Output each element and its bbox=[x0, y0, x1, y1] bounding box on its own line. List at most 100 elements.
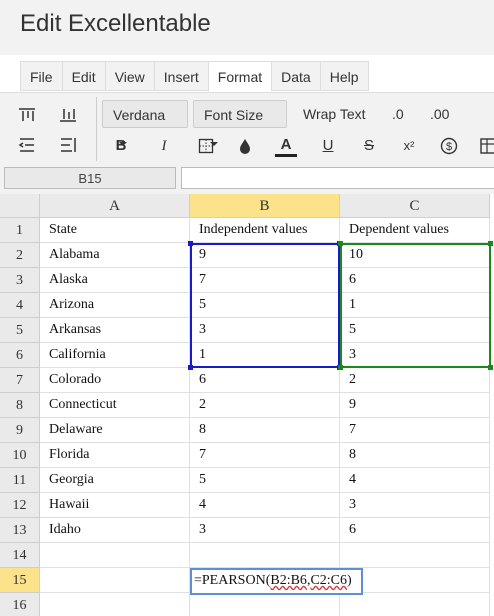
row-header[interactable]: 3 bbox=[0, 268, 40, 293]
row-header[interactable]: 4 bbox=[0, 293, 40, 318]
menu-insert[interactable]: Insert bbox=[153, 61, 208, 91]
cell-c14[interactable] bbox=[340, 543, 490, 568]
cell-b12[interactable]: 4 bbox=[190, 493, 340, 518]
row-header[interactable]: 15 bbox=[0, 568, 40, 593]
bold-button[interactable]: B bbox=[110, 135, 132, 157]
table-icon[interactable] bbox=[480, 135, 494, 157]
menu-edit[interactable]: Edit bbox=[61, 61, 105, 91]
row-header[interactable]: 8 bbox=[0, 393, 40, 418]
cell-b11[interactable]: 5 bbox=[190, 468, 340, 493]
indent-increase-icon[interactable] bbox=[58, 135, 78, 155]
cell-a12[interactable]: Hawaii bbox=[40, 493, 190, 518]
cell-b3[interactable]: 7 bbox=[190, 268, 340, 293]
cell-a11[interactable]: Georgia bbox=[40, 468, 190, 493]
cell-c4[interactable]: 1 bbox=[340, 293, 490, 318]
menu-view[interactable]: View bbox=[104, 61, 154, 91]
align-bottom-icon[interactable] bbox=[58, 105, 78, 125]
cell-c7[interactable]: 2 bbox=[340, 368, 490, 393]
cell-a7[interactable]: Colorado bbox=[40, 368, 190, 393]
cell-editor[interactable]: =PEARSON(B2:B6,C2:C6) bbox=[190, 568, 363, 595]
cell-b2[interactable]: 9 bbox=[190, 243, 340, 268]
cell-c16[interactable] bbox=[340, 593, 490, 616]
cell-b10[interactable]: 7 bbox=[190, 443, 340, 468]
cell-c9[interactable]: 7 bbox=[340, 418, 490, 443]
row-header[interactable]: 12 bbox=[0, 493, 40, 518]
cell-a4[interactable]: Arizona bbox=[40, 293, 190, 318]
menu-help[interactable]: Help bbox=[319, 61, 369, 91]
row-header[interactable]: 7 bbox=[0, 368, 40, 393]
superscript-button[interactable]: x² bbox=[398, 135, 420, 157]
cell-b4[interactable]: 5 bbox=[190, 293, 340, 318]
row-header[interactable]: 1 bbox=[0, 218, 40, 243]
row-header[interactable]: 2 bbox=[0, 243, 40, 268]
borders-icon[interactable] bbox=[195, 135, 217, 157]
row-header[interactable]: 9 bbox=[0, 418, 40, 443]
cell-a13[interactable]: Idaho bbox=[40, 518, 190, 543]
cell-a16[interactable] bbox=[40, 593, 190, 616]
row-header[interactable]: 16 bbox=[0, 593, 40, 616]
row-header[interactable]: 11 bbox=[0, 468, 40, 493]
menu-data[interactable]: Data bbox=[271, 61, 320, 91]
cell-a9[interactable]: Delaware bbox=[40, 418, 190, 443]
font-color-button[interactable]: A bbox=[275, 135, 297, 157]
cell-c1[interactable]: Dependent values bbox=[340, 218, 490, 243]
column-header-c[interactable]: C bbox=[340, 194, 490, 218]
cell-a5[interactable]: Arkansas bbox=[40, 318, 190, 343]
cell-b6[interactable]: 1 bbox=[190, 343, 340, 368]
font-size-dropdown[interactable]: Font Size bbox=[193, 100, 287, 147]
cell-b16[interactable] bbox=[190, 593, 340, 616]
cell-c5[interactable]: 5 bbox=[340, 318, 490, 343]
range-handle[interactable] bbox=[488, 365, 493, 370]
cell-a2[interactable]: Alabama bbox=[40, 243, 190, 268]
cell-b9[interactable]: 8 bbox=[190, 418, 340, 443]
cell-b1[interactable]: Independent values bbox=[190, 218, 340, 243]
row-header[interactable]: 6 bbox=[0, 343, 40, 368]
cell-b8[interactable]: 2 bbox=[190, 393, 340, 418]
font-family-dropdown[interactable]: Verdana bbox=[102, 100, 188, 147]
cell-c6[interactable]: 3 bbox=[340, 343, 490, 368]
cell-c13[interactable]: 6 bbox=[340, 518, 490, 543]
align-top-icon[interactable] bbox=[17, 105, 37, 125]
cell-c3[interactable]: 6 bbox=[340, 268, 490, 293]
italic-button[interactable]: I bbox=[153, 135, 175, 157]
cell-a6[interactable]: California bbox=[40, 343, 190, 368]
underline-button[interactable]: U bbox=[317, 135, 339, 157]
row-header[interactable]: 14 bbox=[0, 543, 40, 568]
formula-input[interactable] bbox=[181, 167, 494, 189]
select-all-corner[interactable] bbox=[0, 194, 40, 218]
cell-c11[interactable]: 4 bbox=[340, 468, 490, 493]
column-header-a[interactable]: A bbox=[40, 194, 190, 218]
increase-decimal-button[interactable]: .00 bbox=[430, 100, 449, 128]
cell-reference-box[interactable]: B15 bbox=[4, 167, 176, 189]
cell-a8[interactable]: Connecticut bbox=[40, 393, 190, 418]
range-handle[interactable] bbox=[188, 365, 193, 370]
row-header[interactable]: 5 bbox=[0, 318, 40, 343]
fill-color-icon[interactable] bbox=[234, 135, 256, 157]
row-header[interactable]: 13 bbox=[0, 518, 40, 543]
range-handle[interactable] bbox=[188, 241, 193, 246]
range-handle[interactable] bbox=[338, 365, 343, 370]
cell-a14[interactable] bbox=[40, 543, 190, 568]
cell-c10[interactable]: 8 bbox=[340, 443, 490, 468]
cell-c2[interactable]: 10 bbox=[340, 243, 490, 268]
cell-c8[interactable]: 9 bbox=[340, 393, 490, 418]
range-handle[interactable] bbox=[338, 241, 343, 246]
row-header[interactable]: 10 bbox=[0, 443, 40, 468]
cell-a10[interactable]: Florida bbox=[40, 443, 190, 468]
cell-b14[interactable] bbox=[190, 543, 340, 568]
cell-a1[interactable]: State bbox=[40, 218, 190, 243]
decrease-decimal-button[interactable]: .0 bbox=[392, 100, 404, 128]
cell-a15[interactable] bbox=[40, 568, 190, 593]
cell-a3[interactable]: Alaska bbox=[40, 268, 190, 293]
indent-decrease-icon[interactable] bbox=[17, 135, 37, 155]
strikethrough-button[interactable]: S bbox=[358, 135, 380, 157]
column-header-b[interactable]: B bbox=[190, 194, 340, 218]
spreadsheet-grid[interactable]: A B C 1 State Independent values Dependent val… bbox=[0, 194, 494, 616]
cell-b13[interactable]: 3 bbox=[190, 518, 340, 543]
cell-b7[interactable]: 6 bbox=[190, 368, 340, 393]
cell-b5[interactable]: 3 bbox=[190, 318, 340, 343]
menu-file[interactable]: File bbox=[20, 61, 62, 91]
wrap-text-button[interactable]: Wrap Text bbox=[303, 100, 366, 128]
menu-format[interactable]: Format bbox=[207, 61, 272, 92]
range-handle[interactable] bbox=[488, 241, 493, 246]
